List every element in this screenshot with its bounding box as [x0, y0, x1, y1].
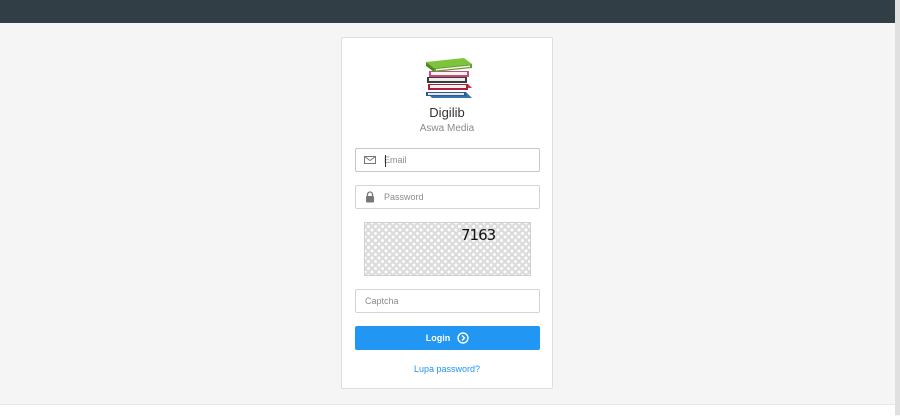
text-cursor [385, 155, 386, 167]
email-input[interactable] [384, 151, 534, 169]
book-stack-icon [426, 58, 472, 98]
envelope-icon [364, 156, 376, 164]
email-field[interactable] [355, 148, 540, 172]
top-navbar [0, 0, 895, 23]
password-field[interactable] [355, 185, 540, 209]
chevron-circle-right-icon [457, 332, 469, 344]
captcha-image: 7163 [364, 222, 531, 276]
password-input[interactable] [384, 188, 534, 206]
app-subtitle: Aswa Media [419, 123, 475, 134]
login-button[interactable]: Login [355, 326, 540, 350]
captcha-field[interactable] [355, 289, 540, 313]
login-button-label: Login [425, 333, 451, 343]
page-scrollbar[interactable] [895, 0, 900, 415]
forgot-password-link[interactable]: Lupa password? [342, 364, 552, 374]
captcha-code: 7163 [461, 226, 496, 244]
lock-icon [366, 191, 374, 203]
captcha-input[interactable] [365, 292, 533, 310]
app-title: Digilib [429, 105, 465, 120]
footer [0, 404, 895, 416]
login-card: Digilib Aswa Media 7163 Login Lupa passw… [341, 37, 553, 389]
